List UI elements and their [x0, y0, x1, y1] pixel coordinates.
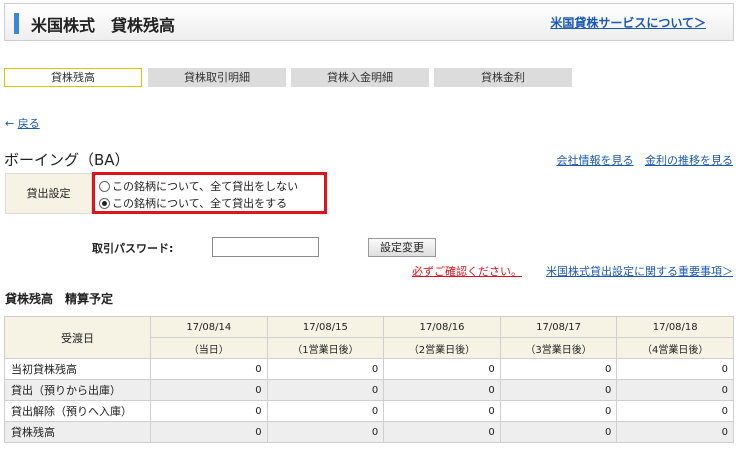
table-cell: 0 — [383, 358, 501, 380]
date-header: 17/08/14 — [150, 316, 268, 338]
day-label-header: （3営業日後） — [499, 337, 618, 359]
table-row: 貸出（預りから出庫） 0 0 0 0 0 — [4, 379, 734, 401]
date-header: 17/08/18 — [616, 316, 734, 338]
stock-name: ボーイング（BA） — [4, 151, 130, 169]
table-cell: 0 — [383, 379, 501, 401]
table-cell: 0 — [150, 358, 268, 380]
date-header: 17/08/17 — [499, 316, 618, 338]
page-header: 米国株式 貸株残高 米国貸株サービスについて＞ — [4, 3, 734, 41]
lending-setting-label: 貸出設定 — [5, 173, 92, 214]
table-row: 当初貸株残高 0 0 0 0 0 — [4, 358, 734, 380]
trading-password-label: 取引パスワード: — [92, 242, 174, 255]
radio-option-label: この銘柄について、全て貸出をしない — [112, 180, 299, 193]
delivery-date-header: 受渡日 — [4, 316, 151, 359]
table-row: 貸株残高 0 0 0 0 0 — [4, 421, 734, 443]
section-title: 貸株残高 精算予定 — [5, 292, 114, 306]
table-cell: 0 — [383, 421, 501, 443]
radio-option-no-lending[interactable]: この銘柄について、全て貸出をしない — [99, 178, 298, 194]
table-cell: 0 — [499, 358, 618, 380]
table-cell: 0 — [616, 421, 734, 443]
table-cell: 0 — [266, 358, 385, 380]
row-label: 貸株残高 — [4, 421, 151, 443]
must-confirm-link[interactable]: 必ずご確認ください。 — [412, 263, 522, 279]
table-cell: 0 — [150, 379, 268, 401]
table-cell: 0 — [616, 400, 734, 422]
back-arrow-icon: ← — [5, 117, 15, 130]
day-label-header: （当日） — [150, 337, 268, 359]
row-label: 貸出（預りから出庫） — [4, 379, 151, 401]
day-label-header: （1営業日後） — [266, 337, 385, 359]
back-link-label[interactable]: 戻る — [18, 117, 40, 130]
radio-button-on[interactable] — [99, 197, 110, 209]
radio-option-lend-all[interactable]: この銘柄について、全て貸出をする — [99, 195, 287, 211]
tab-lending-deposits[interactable]: 貸株入金明細 — [291, 68, 429, 87]
important-notice-link[interactable]: 米国株式貸出設定に関する重要事項＞ — [546, 263, 733, 279]
day-label-header: （4営業日後） — [616, 337, 734, 359]
table-row: 貸出解除（預りへ入庫） 0 0 0 0 0 — [4, 400, 734, 422]
back-link[interactable]: ← 戻る — [5, 115, 40, 131]
day-label-header: （2営業日後） — [383, 337, 501, 359]
table-cell: 0 — [616, 358, 734, 380]
trading-password-input[interactable] — [212, 237, 319, 257]
table-cell: 0 — [150, 421, 268, 443]
lending-balance-table: 受渡日 17/08/14 17/08/15 17/08/16 17/08/17 … — [4, 316, 734, 443]
about-lending-service-link[interactable]: 米国貸株サービスについて＞ — [550, 14, 706, 31]
row-label: 貸出解除（預りへ入庫） — [4, 400, 151, 422]
table-cell: 0 — [499, 379, 618, 401]
page-title: 米国株式 貸株残高 — [31, 16, 176, 35]
tab-lending-rates[interactable]: 貸株金利 — [434, 68, 572, 87]
stock-links: 会社情報を見る 金利の推移を見る — [549, 152, 734, 168]
table-cell: 0 — [499, 421, 618, 443]
table-cell: 0 — [150, 400, 268, 422]
row-label: 当初貸株残高 — [4, 358, 151, 380]
tab-lending-balance[interactable]: 貸株残高 — [4, 68, 142, 87]
tab-lending-transactions[interactable]: 貸株取引明細 — [148, 68, 286, 87]
table-cell: 0 — [616, 379, 734, 401]
rate-history-link[interactable]: 金利の推移を見る — [645, 154, 733, 167]
table-cell: 0 — [266, 400, 385, 422]
table-cell: 0 — [266, 421, 385, 443]
table-cell: 0 — [266, 379, 385, 401]
date-header: 17/08/15 — [266, 316, 385, 338]
date-header: 17/08/16 — [383, 316, 501, 338]
radio-option-label: この銘柄について、全て貸出をする — [112, 197, 288, 210]
lending-setting-options: この銘柄について、全て貸出をしない この銘柄について、全て貸出をする — [92, 172, 327, 214]
radio-button-off[interactable] — [99, 180, 110, 192]
header-accent-bar — [14, 13, 19, 34]
table-cell: 0 — [499, 400, 618, 422]
company-info-link[interactable]: 会社情報を見る — [557, 154, 634, 167]
change-setting-button[interactable]: 設定変更 — [368, 238, 436, 257]
table-cell: 0 — [383, 400, 501, 422]
